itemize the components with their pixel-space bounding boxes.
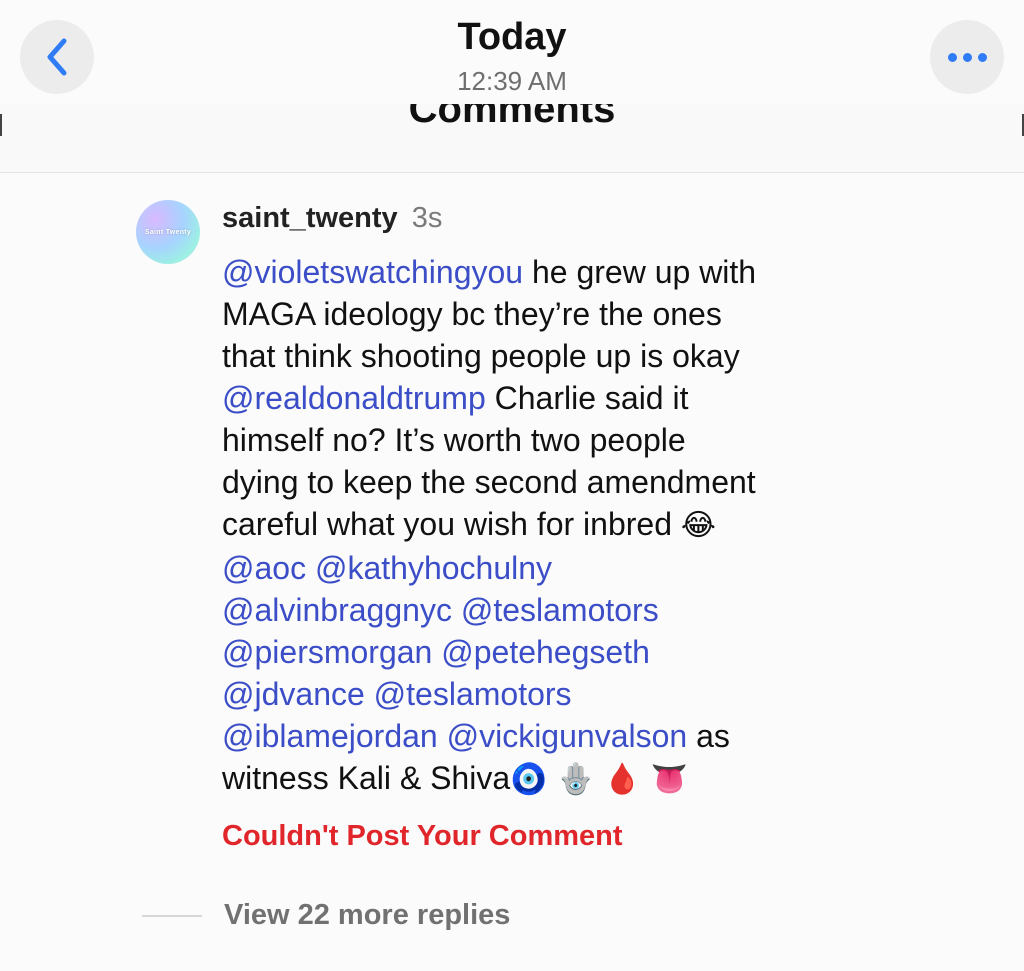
- emoji: 🧿 🪬 🩸 👅: [510, 762, 689, 797]
- comment-line: witness Kali & Shiva🧿 🪬 🩸 👅: [222, 757, 882, 801]
- mention-link[interactable]: @alvinbraggnyc: [222, 592, 452, 628]
- comment-text-segment: witness Kali & Shiva: [222, 760, 511, 796]
- mention-link[interactable]: @realdonaldtrump: [222, 380, 486, 416]
- mention-link[interactable]: @piersmorgan: [222, 634, 432, 670]
- viewer-header: Today 12:39 AM: [0, 0, 1024, 104]
- comment-text-segment: dying to keep the second amendment: [222, 464, 756, 500]
- comment-line: dying to keep the second amendment: [222, 461, 882, 503]
- comment-text-segment: [365, 676, 374, 712]
- header-timestamp: 12:39 AM: [457, 66, 567, 96]
- header-title: Today: [457, 16, 567, 58]
- comment-text-segment: [438, 718, 447, 754]
- view-replies-button[interactable]: View 22 more replies: [224, 899, 510, 932]
- comment-line: @piersmorgan @petehegseth: [222, 631, 882, 673]
- comment-header: saint_twenty 3s: [222, 202, 442, 235]
- comment-time: 3s: [411, 202, 443, 234]
- username[interactable]: saint_twenty: [222, 202, 398, 234]
- comment-text-segment: that think shooting people up is okay: [222, 338, 740, 374]
- comment-text-segment: [306, 550, 315, 586]
- mention-link[interactable]: @iblamejordan: [222, 718, 438, 754]
- comment-text: @violetswatchingyou he grew up with MAGA …: [222, 251, 882, 801]
- comment-text-segment: Charlie said it: [485, 380, 689, 416]
- comments-heading-bar: Comments: [0, 104, 1024, 173]
- mention-link[interactable]: @vickigunvalson: [447, 718, 688, 754]
- comment-line: @jdvance @teslamotors: [222, 673, 882, 715]
- mention-link[interactable]: @aoc: [222, 550, 306, 586]
- ellipsis-icon: [947, 52, 987, 62]
- comment-line: himself no? It’s worth two people: [222, 419, 882, 461]
- comment-text-segment: [432, 634, 441, 670]
- avatar[interactable]: Saint Twenty: [136, 200, 200, 264]
- comment-line: @alvinbraggnyc @teslamotors: [222, 589, 882, 631]
- comment-text-segment: himself no? It’s worth two people: [222, 422, 686, 458]
- comment-line: MAGA ideology bc they’re the ones: [222, 293, 882, 335]
- comment-text-segment: as: [687, 718, 730, 754]
- comment-text-segment: he grew up with: [523, 254, 757, 290]
- mention-link[interactable]: @teslamotors: [461, 592, 659, 628]
- comment-line: @violetswatchingyou he grew up with: [222, 251, 882, 293]
- comment-text-segment: MAGA ideology bc they’re the ones: [222, 296, 722, 332]
- comment-line: @iblamejordan @vickigunvalson as: [222, 715, 882, 757]
- comment-text-segment: careful what you wish for inbred: [222, 506, 681, 542]
- more-options-button[interactable]: [930, 20, 1004, 94]
- mention-link[interactable]: @petehegseth: [441, 634, 650, 670]
- mention-link[interactable]: @jdvance: [222, 676, 365, 712]
- comment-line: @aoc @kathyhochulny: [222, 547, 882, 589]
- post-error-message: Couldn't Post Your Comment: [222, 820, 623, 852]
- comments-heading: Comments: [408, 104, 616, 131]
- comment-line: careful what you wish for inbred 😂: [222, 503, 882, 547]
- avatar-label: Saint Twenty: [144, 228, 192, 236]
- comment-text-segment: [452, 592, 461, 628]
- mention-link[interactable]: @teslamotors: [374, 676, 572, 712]
- comment-line: @realdonaldtrump Charlie said it: [222, 377, 882, 419]
- replies-divider: [142, 915, 202, 917]
- mention-link[interactable]: @violetswatchingyou: [222, 254, 523, 290]
- emoji: 😂: [680, 508, 716, 543]
- comment-line: that think shooting people up is okay: [222, 335, 882, 377]
- mention-link[interactable]: @kathyhochulny: [315, 550, 552, 586]
